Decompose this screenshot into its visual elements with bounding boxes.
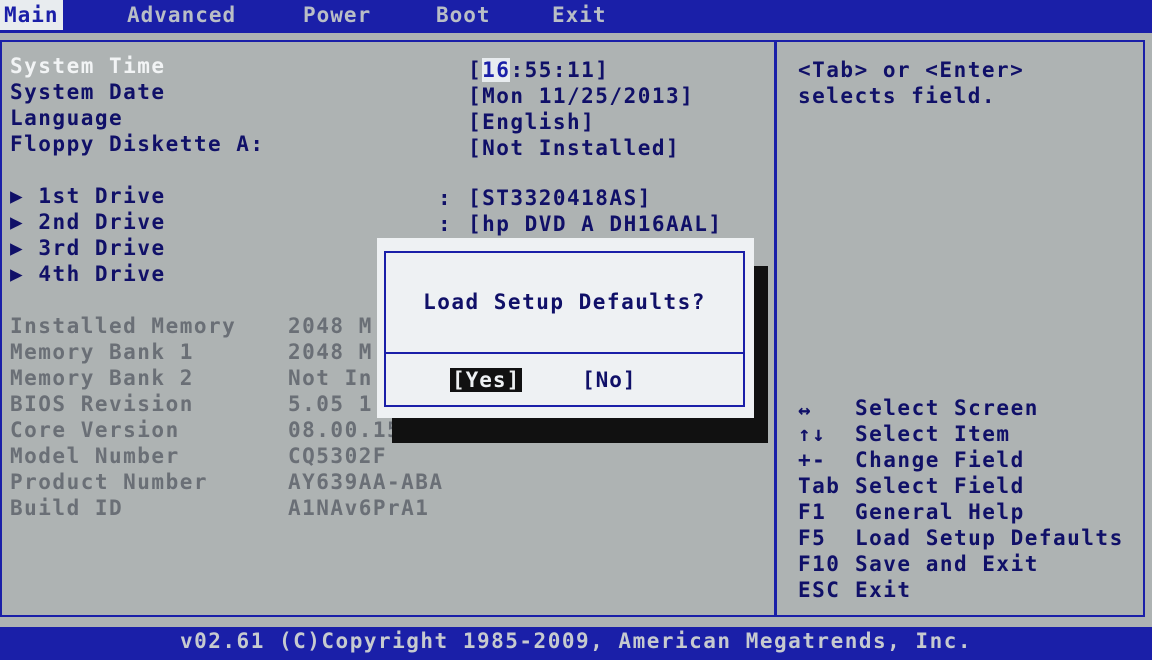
legend-desc: Change Field xyxy=(855,448,1025,472)
legend-key: F1 xyxy=(798,500,827,524)
drive-item-1st[interactable]: ▶ 1st Drive xyxy=(10,184,166,208)
setting-system-time[interactable]: System Time xyxy=(10,54,166,78)
tab-power[interactable]: Power xyxy=(303,3,371,27)
tab-boot[interactable]: Boot xyxy=(436,3,491,27)
triangle-right-icon: ▶ xyxy=(10,184,25,208)
triangle-right-icon: ▶ xyxy=(10,210,25,234)
tab-main[interactable]: Main xyxy=(0,0,63,30)
drive-label: 2nd Drive xyxy=(38,210,166,234)
setting-label: Floppy Diskette A: xyxy=(10,132,265,156)
legend-key: F10 xyxy=(798,552,841,576)
info-label: Memory Bank 2 xyxy=(10,366,194,390)
tab-exit[interactable]: Exit xyxy=(552,3,607,27)
legend-desc: Save and Exit xyxy=(855,552,1039,576)
up-down-arrows-icon: ↑↓ xyxy=(798,422,827,446)
legend-desc: Select Field xyxy=(855,474,1025,498)
drive-item-4th[interactable]: ▶ 4th Drive xyxy=(10,262,166,286)
language-value[interactable]: [English] xyxy=(468,110,595,134)
info-label: Model Number xyxy=(10,444,180,468)
legend-key: ESC xyxy=(798,578,841,602)
legend-desc: Exit xyxy=(855,578,912,602)
legend-desc: Select Screen xyxy=(855,396,1039,420)
yes-button[interactable]: [Yes] xyxy=(450,368,523,392)
legend-key: Tab xyxy=(798,474,841,498)
drive-label: 4th Drive xyxy=(38,262,166,286)
info-value: 2048 M xyxy=(288,314,373,338)
setting-label: System Date xyxy=(10,80,166,104)
floppy-value[interactable]: [Not Installed] xyxy=(468,136,680,160)
dialog-title: Load Setup Defaults? xyxy=(423,290,706,314)
dialog-separator xyxy=(384,352,745,354)
info-label: BIOS Revision xyxy=(10,392,194,416)
info-label: Product Number xyxy=(10,470,209,494)
setting-label: System Time xyxy=(10,54,166,78)
drive-value-1st: [ST3320418AS] xyxy=(468,186,652,210)
drive-item-2nd[interactable]: ▶ 2nd Drive xyxy=(10,210,166,234)
setting-language[interactable]: Language xyxy=(10,106,123,130)
drive-label: 1st Drive xyxy=(38,184,166,208)
info-value: A1NAv6PrA1 xyxy=(288,496,430,520)
info-value: 2048 M xyxy=(288,340,373,364)
triangle-right-icon: ▶ xyxy=(10,236,25,260)
info-label: Memory Bank 1 xyxy=(10,340,194,364)
system-date-value[interactable]: [Mon 11/25/2013] xyxy=(468,84,694,108)
system-time-value[interactable]: [16:55:11] xyxy=(468,58,609,82)
info-label: Installed Memory xyxy=(10,314,237,338)
no-button[interactable]: [No] xyxy=(582,368,637,392)
drive-label: 3rd Drive xyxy=(38,236,166,260)
legend-desc: General Help xyxy=(855,500,1025,524)
tab-advanced[interactable]: Advanced xyxy=(127,3,236,27)
drive-item-3rd[interactable]: ▶ 3rd Drive xyxy=(10,236,166,260)
copyright-text: v02.61 (C)Copyright 1985-2009, American … xyxy=(179,629,972,653)
dialog-border xyxy=(384,251,745,407)
setting-floppy[interactable]: Floppy Diskette A: xyxy=(10,132,265,156)
info-value: 08.00.15 xyxy=(288,418,402,442)
info-label: Core Version xyxy=(10,418,180,442)
plus-minus-icon: +- xyxy=(798,448,827,472)
legend-desc: Load Setup Defaults xyxy=(855,526,1124,550)
drive-value-2nd: [hp DVD A DH16AAL] xyxy=(468,212,723,236)
setting-system-date[interactable]: System Date xyxy=(10,80,166,104)
triangle-right-icon: ▶ xyxy=(10,262,25,286)
info-value: Not In xyxy=(288,366,373,390)
left-right-arrows-icon: ↔ xyxy=(798,398,813,422)
time-hours-field[interactable]: 16 xyxy=(482,58,511,82)
setting-label: Language xyxy=(10,106,124,130)
drive-separator: : xyxy=(438,186,453,210)
info-label: Build ID xyxy=(10,496,124,520)
drive-separator: : xyxy=(438,212,453,236)
time-bracket-open: [ xyxy=(468,58,483,82)
help-text-line: selects field. xyxy=(798,84,997,108)
info-value: CQ5302F xyxy=(288,444,388,468)
help-text-line: <Tab> or <Enter> xyxy=(798,58,1025,82)
time-rest: :55:11] xyxy=(510,58,610,82)
legend-key: F5 xyxy=(798,526,827,550)
legend-desc: Select Item xyxy=(855,422,1011,446)
panel-divider xyxy=(774,40,777,617)
info-value: 5.05 1 xyxy=(288,392,373,416)
info-value: AY639AA-ABA xyxy=(288,470,444,494)
